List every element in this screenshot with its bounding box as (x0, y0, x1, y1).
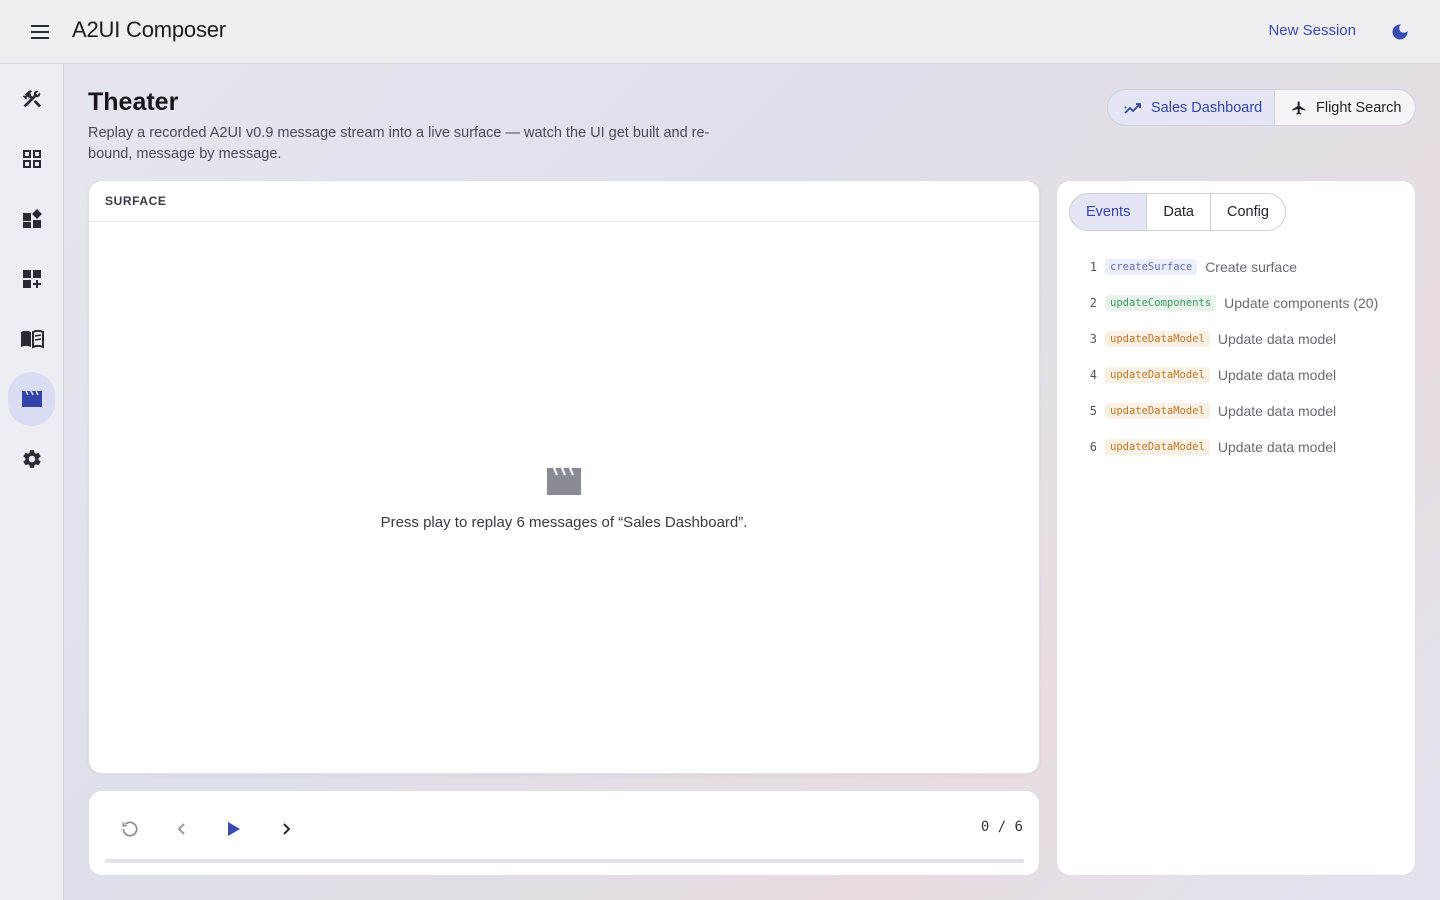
event-row[interactable]: 3 updateDataModel Update data model (1081, 321, 1401, 357)
new-session-button[interactable]: New Session (1268, 22, 1356, 39)
chevron-right-icon (283, 823, 291, 835)
page-description: Replay a recorded A2UI v0.9 message stre… (88, 125, 710, 162)
event-row[interactable]: 6 updateDataModel Update data model (1081, 429, 1401, 465)
surface-label: SURFACE (105, 194, 167, 208)
restart-button[interactable] (116, 815, 144, 843)
empty-state-message: Press play to replay 6 messages of “Sale… (380, 514, 748, 531)
event-description: Update data model (1217, 403, 1337, 419)
hamburger-icon (31, 25, 49, 39)
sidebar-item-tools[interactable] (8, 72, 55, 126)
clapperboard-icon (547, 467, 581, 495)
airplane-icon (1292, 100, 1305, 115)
event-row[interactable]: 2 updateComponents Update components (20… (1081, 285, 1401, 321)
event-row[interactable]: 5 updateDataModel Update data model (1081, 393, 1401, 429)
event-description: Update components (20) (1224, 295, 1379, 311)
menu-button[interactable] (22, 14, 58, 50)
sidebar-item-theater[interactable] (8, 372, 55, 426)
event-list: 1 createSurface Create surface 2 updateC… (1081, 249, 1401, 465)
event-description: Update data model (1217, 439, 1337, 455)
play-icon (228, 822, 240, 836)
event-type-badge: updateDataModel (1105, 367, 1210, 383)
tools-icon (22, 90, 41, 108)
sidebar-item-settings[interactable] (8, 432, 55, 486)
event-row[interactable]: 4 updateDataModel Update data model (1081, 357, 1401, 393)
clapperboard-icon (21, 390, 42, 407)
play-button[interactable] (220, 815, 248, 843)
event-row[interactable]: 1 createSurface Create surface (1081, 249, 1401, 285)
event-type-badge: updateComponents (1105, 295, 1217, 311)
event-number: 6 (1089, 440, 1097, 454)
scenario-label: Sales Dashboard (1151, 99, 1263, 116)
event-description: Update data model (1217, 331, 1337, 347)
sidebar-item-grid[interactable] (8, 132, 55, 186)
inspector-tabs: Events Data Config (1069, 193, 1286, 231)
moon-icon (1392, 24, 1408, 40)
widgets-icon (22, 209, 42, 228)
top-app-bar: A2UI Composer New Session (0, 0, 1440, 64)
step-counter: 0 / 6 (980, 819, 1023, 835)
chevron-left-icon (177, 823, 185, 835)
trending-icon (1124, 102, 1141, 114)
grid-icon (22, 150, 41, 168)
event-type-badge: updateDataModel (1105, 331, 1210, 347)
event-type-badge: createSurface (1105, 259, 1198, 275)
event-number: 4 (1089, 368, 1097, 382)
event-number: 3 (1089, 332, 1097, 346)
book-icon (20, 329, 44, 349)
next-button[interactable] (272, 815, 300, 843)
event-number: 2 (1089, 296, 1097, 310)
sidebar-item-docs[interactable] (8, 312, 55, 366)
inspector-panel: Events Data Config 1 createSurface Creat… (1056, 180, 1416, 876)
tab-config[interactable]: Config (1209, 193, 1286, 231)
theme-toggle-button[interactable] (1384, 16, 1416, 48)
sidebar-item-widgets[interactable] (8, 192, 55, 246)
event-type-badge: updateDataModel (1105, 403, 1210, 419)
sidebar-item-dashboard-add[interactable] (8, 252, 55, 306)
event-type-badge: updateDataModel (1105, 439, 1210, 455)
event-number: 1 (1089, 260, 1097, 274)
app-title: A2UI Composer (72, 17, 226, 42)
dashboard-add-icon (22, 270, 41, 288)
event-description: Update data model (1217, 367, 1337, 383)
surface-header: SURFACE (89, 181, 1039, 222)
event-description: Create surface (1205, 259, 1298, 275)
playback-controls: 0 / 6 (88, 790, 1040, 876)
tab-data[interactable]: Data (1146, 193, 1211, 231)
scenario-sales-dashboard-button[interactable]: Sales Dashboard (1107, 89, 1275, 126)
scenario-flight-search-button[interactable]: Flight Search (1274, 89, 1416, 126)
progress-bar[interactable] (105, 859, 1024, 863)
replay-icon (122, 821, 138, 837)
event-number: 5 (1089, 404, 1097, 418)
gear-icon (22, 450, 41, 468)
scenario-label: Flight Search (1316, 99, 1402, 116)
surface-panel: SURFACE Press play to replay 6 messages … (88, 180, 1040, 774)
previous-button[interactable] (168, 815, 196, 843)
sidebar (0, 64, 64, 900)
tab-events[interactable]: Events (1069, 193, 1148, 231)
page-title: Theater (88, 88, 179, 116)
